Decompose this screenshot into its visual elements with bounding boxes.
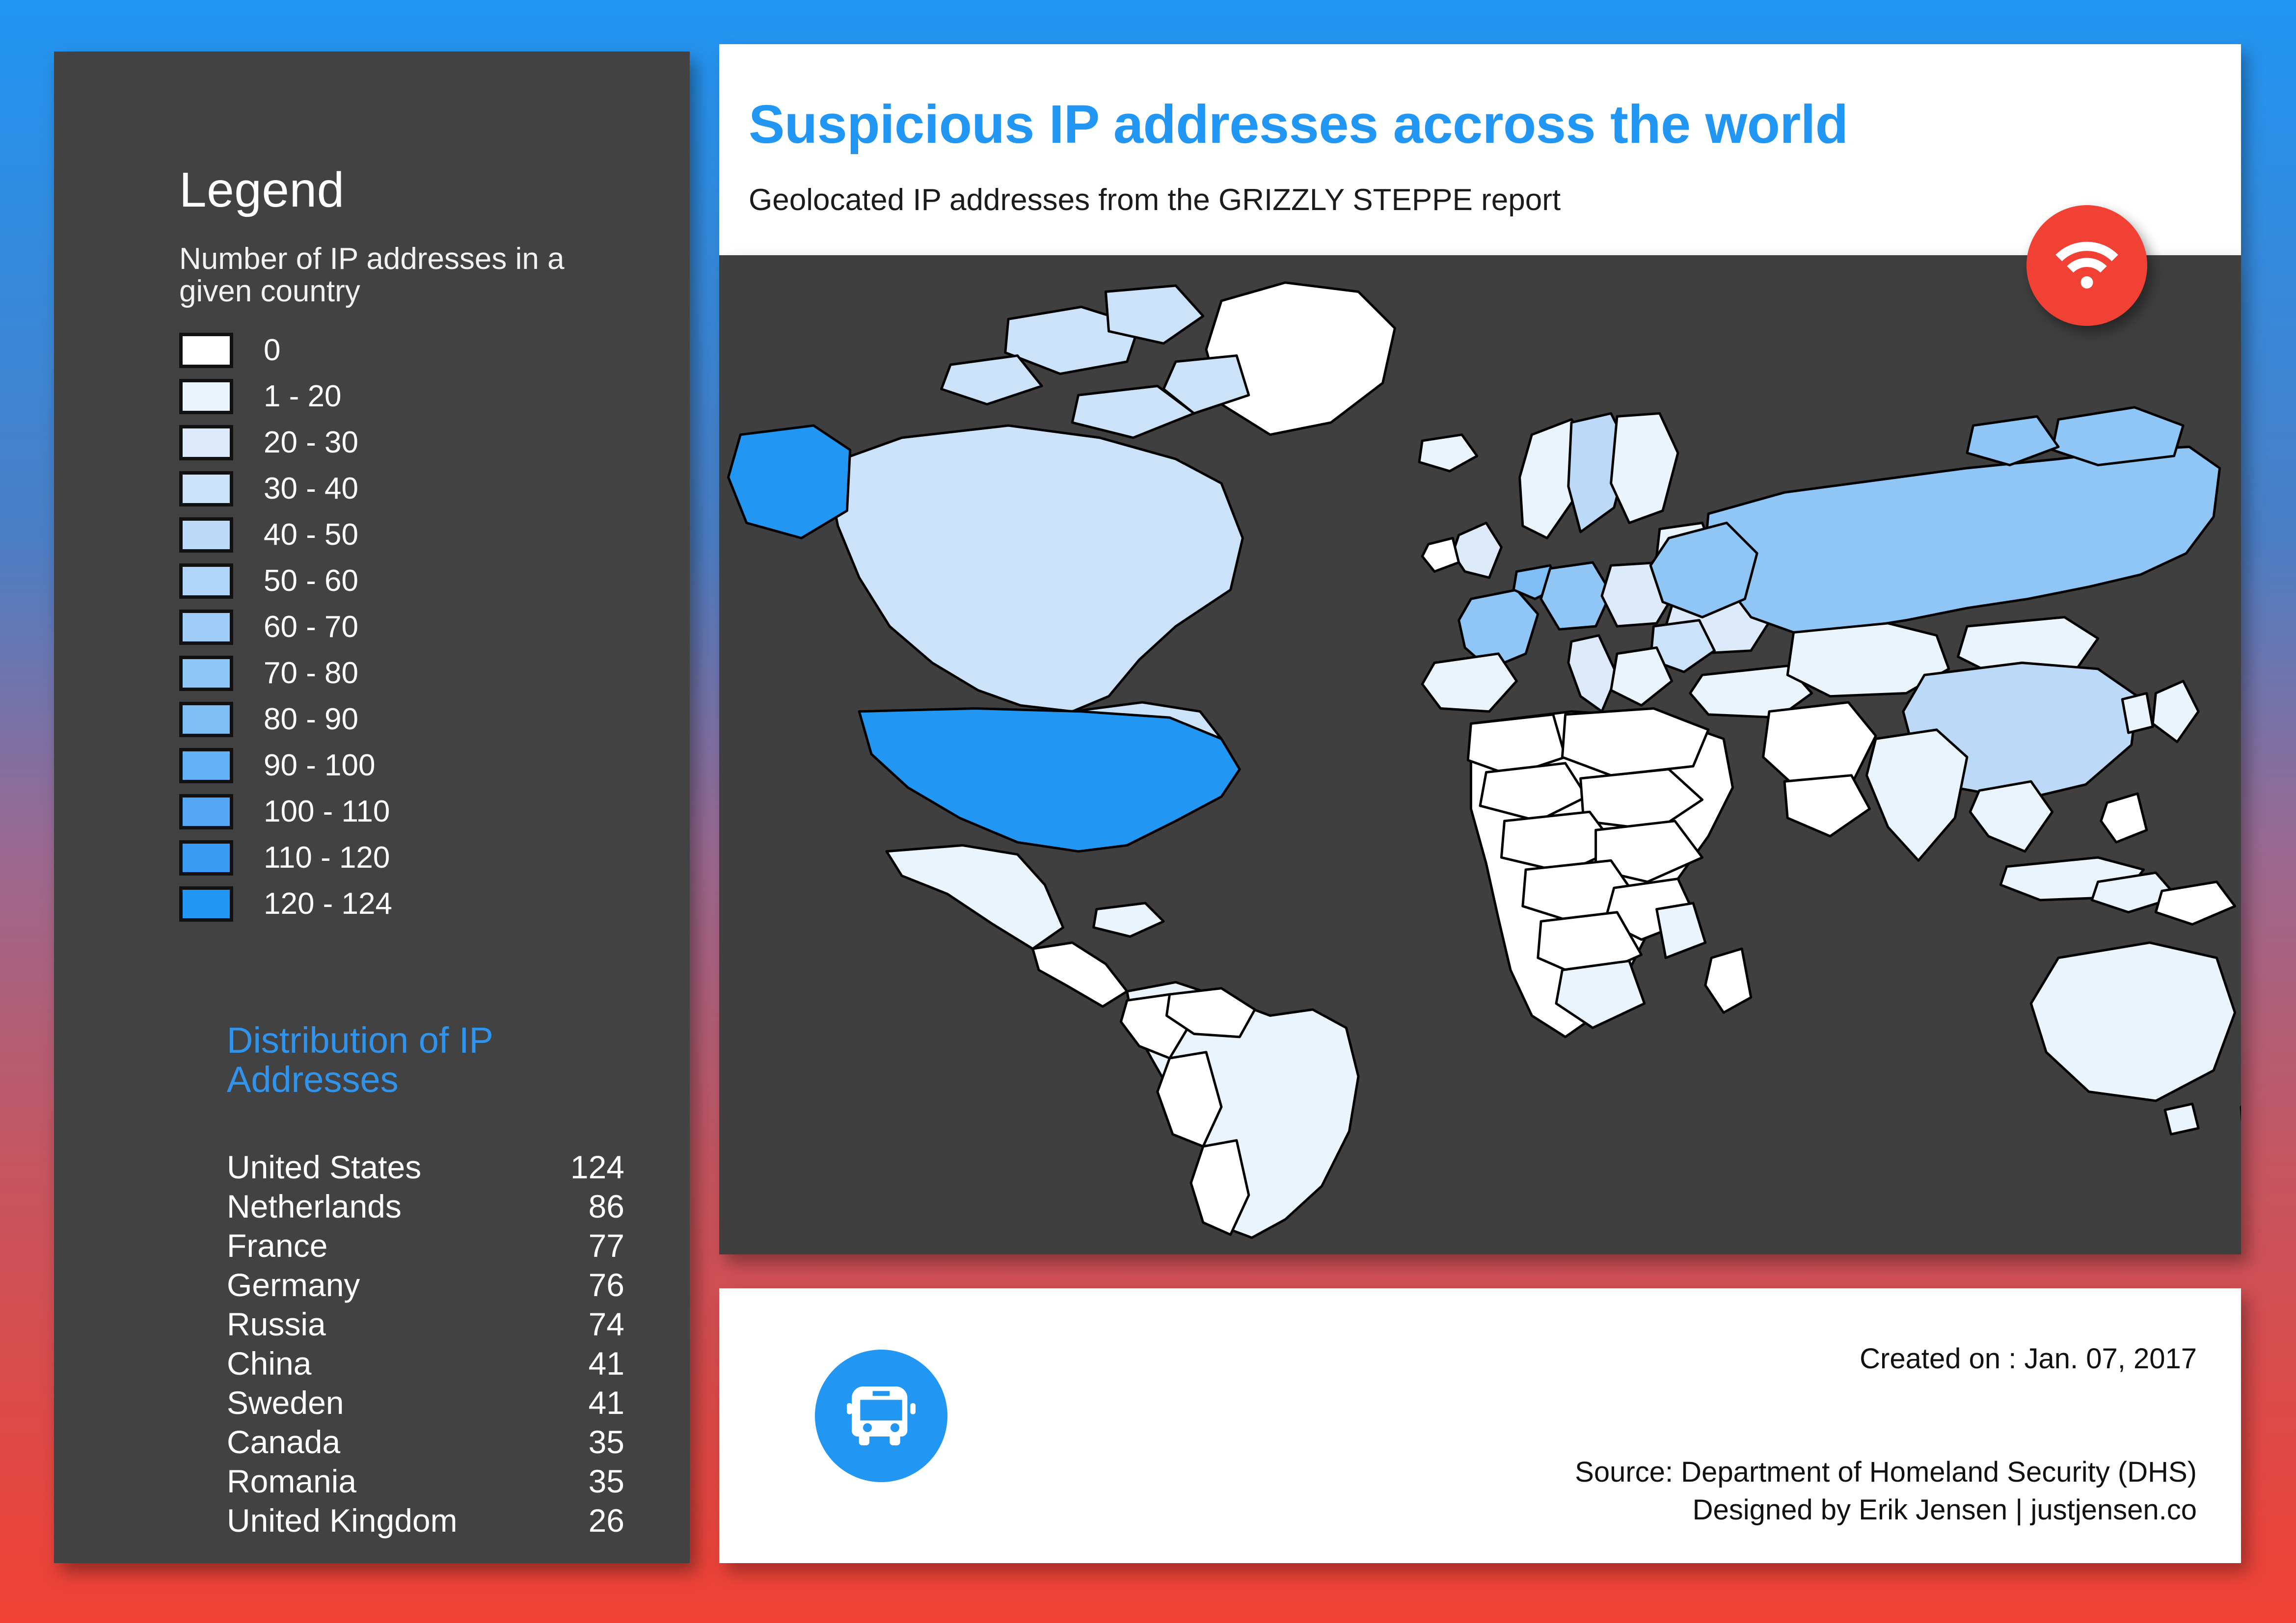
bus-icon	[847, 1386, 916, 1445]
legend-label: 30 - 40	[264, 472, 359, 506]
legend-swatch	[179, 610, 233, 645]
table-row: China 41	[227, 1345, 624, 1384]
country-name: Netherlands	[227, 1188, 402, 1224]
country-value: 35	[588, 1424, 624, 1460]
table-row: Canada 35	[227, 1423, 624, 1463]
legend-row: 1 - 20	[179, 373, 392, 420]
country-name: Romania	[227, 1463, 357, 1499]
table-row: Germany 76	[227, 1266, 624, 1305]
legend-swatch	[179, 379, 233, 414]
legend-sidebar: Legend Number of IP addresses in a given…	[54, 52, 690, 1563]
country-name: France	[227, 1227, 328, 1264]
country-name: Sweden	[227, 1384, 344, 1421]
country-value: 77	[588, 1227, 624, 1264]
distribution-table: United States 124 Netherlands 86 France 77 Ger…	[227, 1148, 624, 1541]
country-value: 26	[588, 1502, 624, 1539]
legend-swatch	[179, 425, 233, 460]
distribution-title: Distribution of IP Addresses	[227, 1020, 493, 1100]
country-name: China	[227, 1345, 312, 1382]
wifi-icon	[2055, 241, 2118, 289]
legend-label: 20 - 30	[264, 426, 359, 459]
page-subtitle: Geolocated IP addresses from the GRIZZLY…	[749, 183, 1561, 217]
legend-label: 50 - 60	[264, 564, 359, 598]
legend-heading: Legend	[179, 162, 345, 217]
choropleth-map	[719, 255, 2241, 1254]
legend-swatch	[179, 702, 233, 737]
legend-row: 20 - 30	[179, 420, 392, 466]
legend-label: 0	[264, 333, 281, 367]
designer-text: Designed by Erik Jensen | justjensen.co	[1692, 1493, 2197, 1526]
legend-swatch	[179, 748, 233, 783]
country-name: United Kingdom	[227, 1502, 458, 1539]
country-value: 35	[588, 1463, 624, 1499]
legend-label: 110 - 120	[264, 841, 390, 875]
legend-row: 100 - 110	[179, 789, 392, 835]
legend-label: 70 - 80	[264, 656, 359, 690]
legend-row: 60 - 70	[179, 604, 392, 650]
legend-swatch	[179, 794, 233, 829]
legend-row: 80 - 90	[179, 696, 392, 743]
country-name: Russia	[227, 1306, 326, 1342]
legend-row: 40 - 50	[179, 512, 392, 558]
source-text: Source: Department of Homeland Security …	[1575, 1456, 2197, 1488]
legend-row: 110 - 120	[179, 835, 392, 881]
wifi-badge	[2026, 205, 2147, 326]
legend-description: Number of IP addresses in a given countr…	[179, 242, 565, 308]
legend-row: 0	[179, 327, 392, 373]
legend-row: 90 - 100	[179, 743, 392, 789]
legend-label: 1 - 20	[264, 379, 342, 413]
legend-swatch	[179, 656, 233, 691]
credits-block: Source: Department of Homeland Security …	[1575, 1453, 2197, 1529]
table-row: United Kingdom 26	[227, 1502, 624, 1541]
legend-label: 120 - 124	[264, 887, 392, 921]
legend-row: 120 - 124	[179, 881, 392, 927]
infographic-canvas: Legend Number of IP addresses in a given…	[0, 0, 2296, 1623]
title-card: Suspicious IP addresses accross the worl…	[719, 44, 2241, 255]
legend-label: 100 - 110	[264, 795, 390, 828]
country-name: Canada	[227, 1424, 341, 1460]
country-name: United States	[227, 1149, 422, 1185]
legend-label: 80 - 90	[264, 702, 359, 736]
country-value: 74	[588, 1306, 624, 1342]
legend-label: 60 - 70	[264, 610, 359, 644]
legend-swatch	[179, 840, 233, 876]
table-row: Romania 35	[227, 1463, 624, 1502]
legend-label: 40 - 50	[264, 518, 359, 552]
created-on-text: Created on : Jan. 07, 2017	[1860, 1343, 2197, 1375]
country-value: 86	[588, 1188, 624, 1224]
legend-swatch	[179, 563, 233, 599]
legend-swatch	[179, 471, 233, 506]
country-value: 76	[588, 1267, 624, 1303]
legend-row: 50 - 60	[179, 558, 392, 604]
bus-badge	[815, 1350, 947, 1482]
table-row: Netherlands 86	[227, 1188, 624, 1227]
table-row: Russia 74	[227, 1305, 624, 1345]
country-name: Germany	[227, 1267, 360, 1303]
legend-row: 30 - 40	[179, 466, 392, 512]
country-value: 41	[588, 1384, 624, 1421]
country-value: 124	[570, 1149, 624, 1185]
table-row: Sweden 41	[227, 1384, 624, 1423]
table-row: United States 124	[227, 1148, 624, 1188]
legend-label: 90 - 100	[264, 748, 376, 782]
country-value: 41	[588, 1345, 624, 1382]
world-map-svg	[719, 255, 2241, 1254]
legend-swatch	[179, 517, 233, 553]
page-title: Suspicious IP addresses accross the worl…	[749, 94, 1848, 155]
table-row: France 77	[227, 1227, 624, 1266]
legend-scale: 0 1 - 20 20 - 30 30 - 40 40 - 50 50 - 60 60 - …	[179, 327, 392, 927]
legend-swatch	[179, 886, 233, 922]
legend-row: 70 - 80	[179, 650, 392, 696]
legend-swatch	[179, 333, 233, 368]
footer-card: Created on : Jan. 07, 2017 Source: Depar…	[719, 1288, 2241, 1563]
